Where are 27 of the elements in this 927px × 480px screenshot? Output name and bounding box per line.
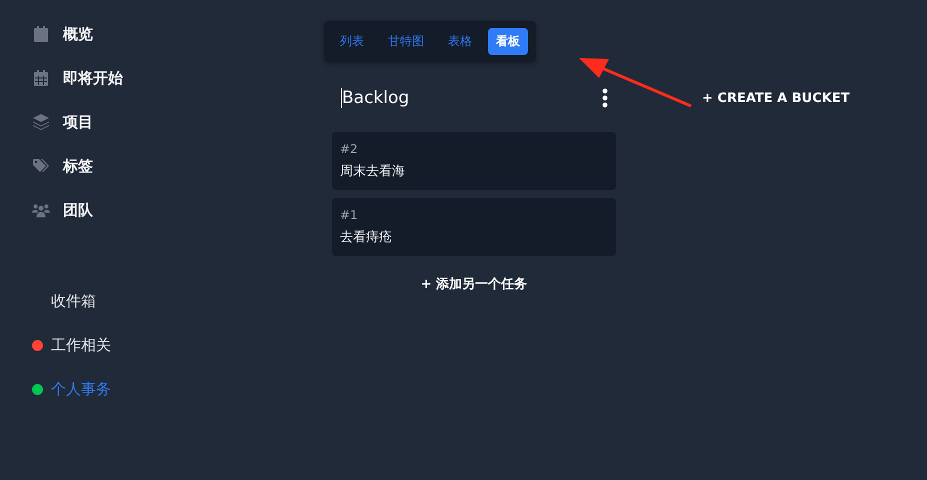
task-title: 周末去看海	[340, 163, 406, 180]
view-tab[interactable]: 甘特图	[380, 28, 432, 55]
menu-item[interactable]: 即将开始	[32, 66, 300, 90]
task-card[interactable]: #2 周末去看海	[332, 132, 616, 190]
menu-item[interactable]: 团队	[32, 198, 300, 222]
task-card[interactable]: #1 去看痔疮	[332, 198, 616, 256]
project-item[interactable]: 工作相关	[32, 334, 300, 356]
project-item[interactable]: 收件箱	[32, 290, 300, 312]
tags-icon	[32, 158, 50, 174]
view-tab[interactable]: 表格	[440, 28, 480, 55]
users-icon	[32, 202, 50, 218]
layers-icon	[32, 114, 50, 130]
menu-item[interactable]: 项目	[32, 110, 300, 134]
calendar-icon	[32, 70, 50, 86]
add-task-button[interactable]: + 添加另一个任务	[414, 274, 534, 294]
task-title: 去看痔疮	[340, 229, 393, 246]
calendar-icon	[32, 26, 50, 42]
more-icon[interactable]	[602, 88, 608, 108]
create-bucket-button[interactable]: + CREATE A BUCKET	[696, 84, 856, 112]
menu-item[interactable]: 概览	[32, 22, 300, 46]
menu-item[interactable]: 标签	[32, 154, 300, 178]
task-number: #2	[340, 142, 359, 156]
task-number: #1	[340, 208, 359, 222]
view-tab[interactable]: 看板	[488, 28, 528, 55]
project-item[interactable]: 个人事务	[32, 378, 300, 400]
bucket-title[interactable]: Backlog	[341, 88, 410, 108]
view-tab[interactable]: 列表	[332, 28, 372, 55]
